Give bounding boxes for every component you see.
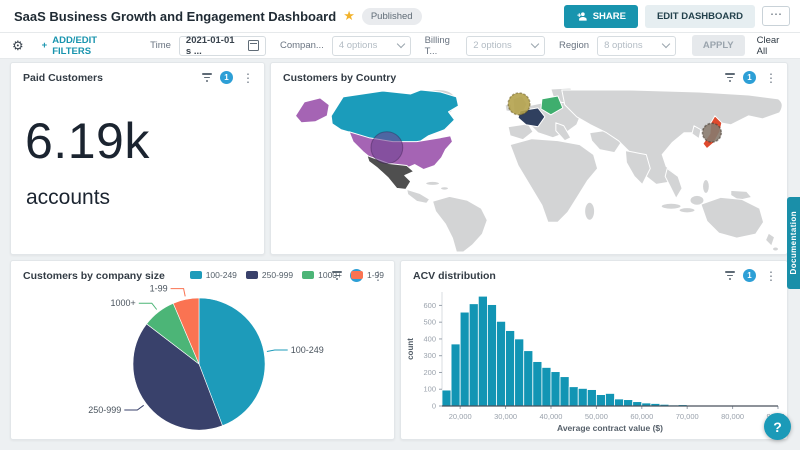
chevron-down-icon (662, 40, 670, 48)
filter-icon[interactable] (725, 73, 735, 82)
pie-legend: 100-249 250-999 1000+ 1-99 (190, 270, 384, 280)
region-filter-label: Region (559, 40, 589, 51)
svg-text:20,000: 20,000 (449, 412, 472, 421)
kpi-unit: accounts (11, 170, 264, 210)
plus-icon: + (42, 40, 48, 51)
svg-text:1000+: 1000+ (111, 298, 136, 308)
time-range-input[interactable]: 2021-01-01 s ... (179, 36, 266, 56)
acv-distribution-card: ACV distribution 1 ⋮ 0 100 200 300 400 500 600… (400, 260, 788, 440)
svg-text:100: 100 (423, 385, 436, 394)
svg-text:80,000: 80,000 (721, 412, 744, 421)
histogram-chart[interactable]: 0 100 200 300 400 500 600 20,000 30,000 40,000 50,… (404, 284, 784, 436)
filter-bar: ⚙ + ADD/EDIT FILTERS Time 2021-01-01 s .… (0, 33, 800, 59)
svg-text:200: 200 (423, 368, 436, 377)
gear-icon[interactable]: ⚙ (12, 38, 24, 54)
legend-item[interactable]: 100-249 (190, 270, 237, 280)
svg-text:250-999: 250-999 (88, 405, 121, 415)
app-header: SaaS Business Growth and Engagement Dash… (0, 0, 800, 33)
japan-bubble (702, 123, 721, 142)
chevron-down-icon (396, 40, 404, 48)
customers-by-country-card: Customers by Country 1 ⋮ (270, 62, 788, 255)
filter-count-badge: 1 (220, 71, 233, 84)
time-filter-label: Time (150, 40, 171, 51)
svg-text:40,000: 40,000 (540, 412, 563, 421)
filter-icon[interactable] (202, 73, 212, 82)
svg-text:60,000: 60,000 (630, 412, 653, 421)
legend-item[interactable]: 1000+ (302, 270, 342, 280)
svg-text:Average contract value ($): Average contract value ($) (557, 423, 663, 433)
filter-count-badge: 1 (743, 71, 756, 84)
svg-text:0: 0 (432, 402, 436, 411)
us-bubble (371, 132, 403, 164)
billing-filter-select[interactable]: 2 options (466, 36, 545, 56)
clear-all-button[interactable]: Clear All (757, 35, 786, 57)
card-title: Paid Customers (23, 72, 202, 84)
filter-count-badge: 1 (743, 269, 756, 282)
legend-item[interactable]: 1-99 (351, 270, 384, 280)
company-filter-select[interactable]: 4 options (332, 36, 411, 56)
svg-text:30,000: 30,000 (494, 412, 517, 421)
kebab-menu-icon[interactable]: ⋮ (765, 271, 777, 281)
svg-text:count: count (406, 338, 415, 360)
calendar-icon (248, 40, 259, 51)
world-map-chart[interactable] (271, 88, 787, 253)
paid-customers-card: Paid Customers 1 ⋮ 6.19k accounts (10, 62, 265, 255)
share-person-icon (576, 11, 587, 22)
svg-text:70,000: 70,000 (676, 412, 699, 421)
company-size-card: Customers by company size 1 ⋮ 100-249250… (10, 260, 395, 440)
svg-text:50,000: 50,000 (585, 412, 608, 421)
region-filter-select[interactable]: 8 options (597, 36, 676, 56)
more-options-button[interactable]: ⋯ (762, 6, 790, 26)
add-edit-filters-button[interactable]: + ADD/EDIT FILTERS (42, 35, 123, 57)
svg-text:500: 500 (423, 318, 436, 327)
billing-filter-label: Billing T... (425, 35, 459, 57)
card-title: Customers by Country (283, 72, 725, 84)
svg-text:1-99: 1-99 (150, 284, 168, 294)
page-title: SaaS Business Growth and Engagement Dash… (14, 9, 336, 24)
svg-text:100-249: 100-249 (291, 345, 324, 355)
favorite-star-icon[interactable]: ★ (343, 8, 355, 24)
svg-text:600: 600 (423, 301, 436, 310)
share-button[interactable]: SHARE (564, 5, 638, 28)
card-title: ACV distribution (413, 270, 725, 282)
filter-icon[interactable] (725, 271, 735, 280)
chevron-down-icon (531, 40, 539, 48)
svg-text:300: 300 (423, 351, 436, 360)
help-button[interactable]: ? (764, 413, 791, 440)
kpi-value: 6.19k (11, 86, 264, 170)
documentation-tab[interactable]: Documentation (787, 197, 800, 289)
apply-button[interactable]: APPLY (692, 35, 745, 56)
svg-text:400: 400 (423, 334, 436, 343)
kebab-menu-icon[interactable]: ⋮ (765, 73, 777, 83)
company-filter-label: Compan... (280, 40, 324, 51)
edit-dashboard-button[interactable]: EDIT DASHBOARD (645, 5, 755, 28)
legend-item[interactable]: 250-999 (246, 270, 293, 280)
pie-chart[interactable]: 100-249 250-999 1000+ 1-99 (11, 284, 394, 436)
kebab-menu-icon[interactable]: ⋮ (242, 73, 254, 83)
published-badge: Published (362, 8, 422, 25)
uk-bubble (508, 93, 530, 115)
